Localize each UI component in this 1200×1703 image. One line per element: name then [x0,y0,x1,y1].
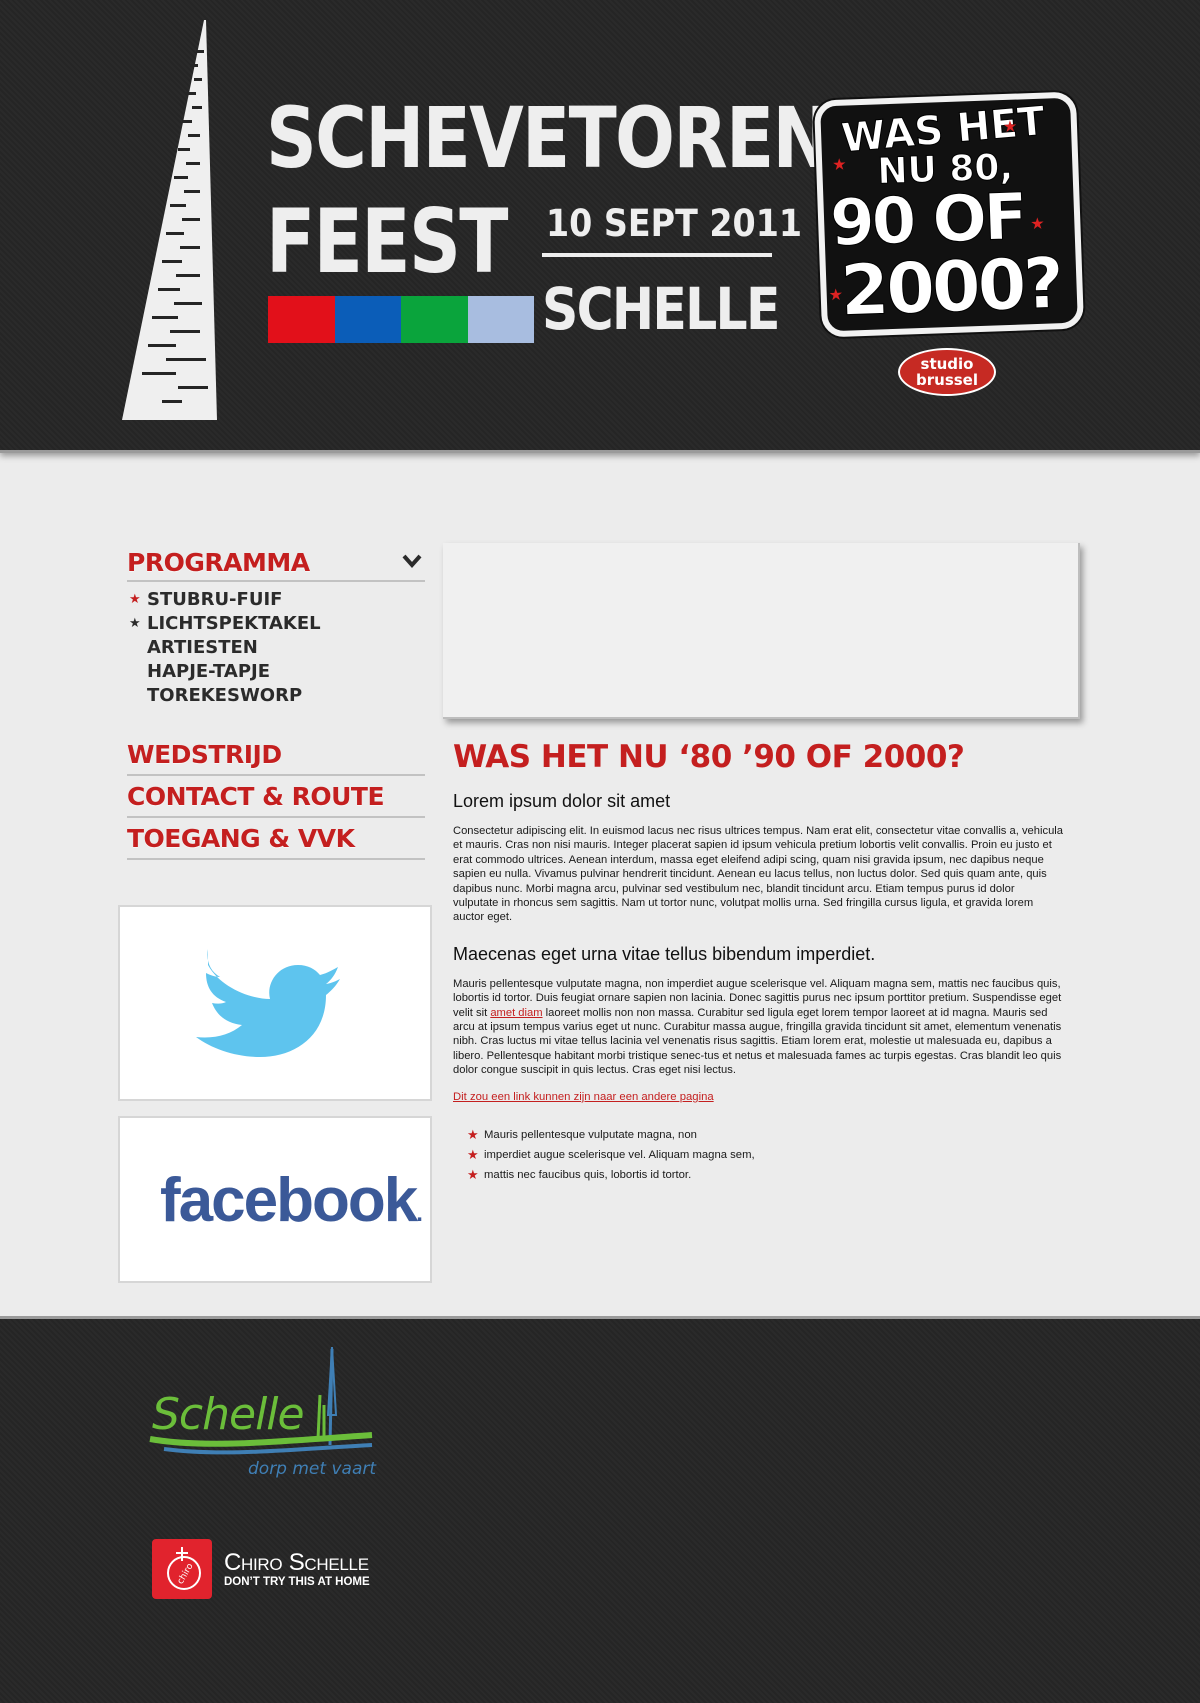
leaning-tower-icon [122,20,217,420]
list-item-text: imperdiet augue scelerisque vel. Aliquam… [484,1148,755,1161]
section-heading-2: Maecenas eget urna vitae tellus bibendum… [453,943,876,964]
slideshow-banner [443,543,1080,719]
chevron-down-icon[interactable] [401,550,423,572]
paragraph-2: Mauris pellentesque vulputate magna, non… [453,977,1063,1078]
promo-badge: WAS HET NU 80, 90 OF 2000? ★ ★ ★ ★ [813,91,1085,338]
facebook-dot: . [416,1200,423,1227]
schelle-tagline: dorp met vaart [248,1459,377,1479]
programma-item-label: ARTIESTEN [147,637,258,658]
color-swatch-red [268,296,335,343]
list-item: ★ imperdiet augue scelerisque vel. Aliqua… [467,1145,1063,1165]
nav-wedstrijd[interactable]: WEDSTRIJD [127,736,425,776]
list-item: ★ mattis nec faucibus quis, lobortis id t… [467,1165,1063,1185]
star-icon: ★ [831,156,847,175]
bullet-list: ★ Mauris pellentesque vulputate magna, no… [467,1125,1063,1185]
chiro-schelle-logo[interactable]: chiro Chiro Schelle DON’T TRY THIS AT HO… [152,1537,402,1601]
list-item-text: mattis nec faucibus quis, lobortis id to… [484,1168,692,1181]
logo-divider [542,253,772,257]
facebook-logo: facebook. [160,1170,423,1232]
radio-badge-line2: brussel [916,371,978,389]
facebook-link[interactable]: facebook. [118,1116,432,1283]
programma-item[interactable]: ★ STUBRU-FUIF [127,588,425,612]
chiro-badge: chiro [152,1539,212,1599]
nav-toegang-vvk[interactable]: TOEGANG & VVK [127,820,425,860]
programma-item[interactable]: ARTIESTEN [127,636,425,660]
star-icon: ★ [467,1146,479,1162]
color-swatch-light-blue [467,296,534,343]
inline-link-amet-diam[interactable]: amet diam [490,1007,542,1019]
schelle-logo[interactable]: Schelle dorp met vaart [146,1345,386,1485]
programma-item-label: STUBRU-FUIF [147,589,283,610]
star-icon: ★ [467,1126,479,1142]
star-icon: ★ [129,616,141,631]
site-header: SCHEVETOREN FEEST 10 SEPT 2011 SCHELLE W… [0,0,1200,453]
programma-item-label: LICHTSPEKTAKEL [147,613,321,634]
nav-programma-label: PROGRAMMA [127,548,310,577]
list-item: ★ Mauris pellentesque vulputate magna, no… [467,1125,1063,1145]
star-icon: ★ [129,592,141,607]
paragraph-1: Consectetur adipiscing elit. In euismod … [453,825,1063,924]
event-city: SCHELLE [542,275,780,343]
star-icon: ★ [828,286,844,305]
radio-badge-line1: studio [920,355,974,373]
color-swatch-blue [334,296,401,343]
main-nav: WEDSTRIJD CONTACT & ROUTE TOEGANG & VVK [127,736,425,862]
star-icon: ★ [467,1166,479,1182]
chiro-name: Chiro Schelle [224,1549,369,1576]
logo-title-line1: SCHEVETOREN [266,89,832,187]
nav-contact-route[interactable]: CONTACT & ROUTE [127,778,425,818]
sidebar-nav: PROGRAMMA ★ STUBRU-FUIF ★ LICHTSPEKTAKEL ART… [127,546,425,708]
promo-line4: 2000? [839,242,1063,333]
twitter-link[interactable] [118,905,432,1101]
paragraph-2-text-b: laoreet mollis non non massa. Curabitur … [453,1006,1062,1077]
color-swatch-green [401,296,468,343]
programma-submenu: ★ STUBRU-FUIF ★ LICHTSPEKTAKEL ARTIESTEN HAPJ… [127,588,425,708]
page-title: WAS HET NU ‘80 ’90 OF 2000? [453,739,965,775]
logo-title-line2: FEEST [266,190,509,293]
programma-item[interactable]: HAPJE-TAPJE [127,660,425,684]
twitter-bird-icon [196,949,340,1057]
chiro-badge-text: chiro [176,1561,196,1586]
programma-item[interactable]: ★ LICHTSPEKTAKEL [127,612,425,636]
programma-item-label: HAPJE-TAPJE [147,661,271,682]
programma-item-label: TOREKESWORP [147,685,303,706]
section-heading-1: Lorem ipsum dolor sit amet [453,791,671,811]
programma-item[interactable]: TOREKESWORP [127,684,425,708]
list-item-text: Mauris pellentesque vulputate magna, non [484,1128,697,1141]
other-page-link[interactable]: Dit zou een link kunnen zijn naar een an… [453,1091,1063,1103]
studio-brussel-logo: studio brussel [898,348,996,396]
facebook-wordmark: facebook [160,1166,418,1235]
main-content: WAS HET NU ‘80 ’90 OF 2000? Lorem ipsum … [453,738,1063,1185]
logo-color-bar [268,296,534,343]
nav-programma[interactable]: PROGRAMMA [127,546,425,582]
star-icon: ★ [1002,118,1018,137]
event-date: 10 SEPT 2011 [546,202,803,245]
schelle-wordmark: Schelle [152,1389,305,1440]
chiro-symbol-icon: chiro [167,1547,201,1590]
chiro-slogan: DON’T TRY THIS AT HOME [224,1576,370,1588]
star-icon: ★ [1030,215,1046,234]
